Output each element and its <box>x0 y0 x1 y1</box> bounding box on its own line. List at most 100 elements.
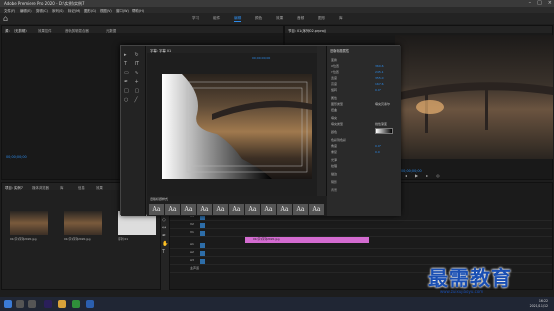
style-sample[interactable]: Aa <box>165 204 180 215</box>
chrome-icon[interactable] <box>72 300 80 308</box>
workspace-bar: ⌂ 学习 组件 编辑 颜色 效果 音频 图形 库 <box>0 13 554 24</box>
tab-source[interactable]: 源：（无剪辑） <box>5 28 29 33</box>
taskbar: 16:22 2021/11/12 <box>0 297 554 311</box>
title-canvas[interactable] <box>162 74 312 179</box>
track-row: V1 <box>170 229 552 237</box>
tab-editing[interactable]: 编辑 <box>234 16 242 22</box>
window-controls: – □ × <box>529 0 552 6</box>
start-icon[interactable] <box>4 300 12 308</box>
source-timecode: 00;00;00;00 <box>6 155 27 159</box>
prop-label: 高度 <box>331 82 338 86</box>
export-frame-icon[interactable]: ◎ <box>436 173 440 178</box>
type-tool-icon[interactable]: T <box>124 61 132 67</box>
prop-label: 变换 <box>331 58 338 62</box>
track-toggle[interactable] <box>200 230 205 236</box>
prop-value[interactable]: 0.0° <box>375 88 381 92</box>
title-header: 字幕: 字幕 01 <box>147 46 317 53</box>
tab-info[interactable]: 信息 <box>78 185 85 190</box>
gradient-shape <box>162 74 312 179</box>
style-sample[interactable]: Aa <box>261 204 276 215</box>
style-sample[interactable]: Aa <box>277 204 292 215</box>
track-row: V2 <box>170 221 552 229</box>
tab-media-browser[interactable]: 媒体浏览器 <box>32 185 49 190</box>
title-viewport: 字幕: 字幕 01 00;00;00;00 <box>147 46 317 196</box>
select-tool-icon[interactable]: ▸ <box>124 52 132 58</box>
vertical-type-icon[interactable]: IT <box>135 61 143 67</box>
path-type-icon[interactable]: ∿ <box>135 70 143 76</box>
prop-label: 色彩到色彩 <box>331 138 347 142</box>
prop-label: 背景 <box>331 188 338 192</box>
tab-audio[interactable]: 音频 <box>297 16 304 21</box>
track-toggle[interactable] <box>200 258 205 264</box>
prop-value[interactable]: 167.6 <box>375 82 384 86</box>
tab-effects-panel[interactable]: 效果 <box>96 185 103 190</box>
area-type-icon[interactable]: ▭ <box>124 70 132 76</box>
style-sample[interactable]: Aa <box>197 204 212 215</box>
word-icon[interactable] <box>86 300 94 308</box>
search-icon[interactable] <box>16 300 24 308</box>
track-toggle[interactable] <box>200 222 205 228</box>
project-item-thumbnail[interactable] <box>64 211 102 235</box>
step-forward-icon[interactable]: ▸ <box>426 173 428 178</box>
tab-effects[interactable]: 效果 <box>276 16 283 21</box>
prop-value[interactable]: 360.6 <box>375 64 384 68</box>
title-bar: Adobe Premiere Pro 2020 - D:\实例\实例7 – □ … <box>0 0 554 7</box>
tab-audio-clip-mixer[interactable]: 音轨剪辑混合器 <box>65 28 89 33</box>
style-sample[interactable]: Aa <box>293 204 308 215</box>
line-tool-icon[interactable]: ╱ <box>135 97 143 103</box>
taskbar-clock[interactable]: 16:22 2021/11/12 <box>530 299 548 309</box>
tab-learn[interactable]: 学习 <box>192 16 199 21</box>
rotate-tool-icon[interactable]: ↻ <box>135 52 143 58</box>
prop-value[interactable]: 填充贝塞尔 <box>375 102 390 106</box>
premiere-icon[interactable] <box>44 300 52 308</box>
prop-value[interactable]: 355.0 <box>375 76 384 80</box>
style-sample[interactable]: Aa <box>245 204 260 215</box>
prop-label: 角度 <box>331 144 338 148</box>
close-button[interactable]: × <box>548 0 552 6</box>
prop-value[interactable]: 0.0 <box>375 150 380 154</box>
prop-value[interactable]: 0.0° <box>375 144 381 148</box>
prop-label: 纹理 <box>331 164 338 168</box>
pen-tool-icon[interactable]: ✒ <box>124 79 132 85</box>
style-sample[interactable]: Aa <box>181 204 196 215</box>
tab-libraries[interactable]: 库 <box>60 185 63 190</box>
tab-metadata[interactable]: 元数据 <box>106 28 116 33</box>
track-toggle[interactable] <box>200 250 205 256</box>
home-icon[interactable]: ⌂ <box>3 14 13 23</box>
add-anchor-icon[interactable]: + <box>135 79 143 85</box>
tab-assembly[interactable]: 组件 <box>213 16 220 21</box>
style-sample[interactable]: Aa <box>309 204 324 215</box>
prop-label: 扭曲 <box>331 108 338 112</box>
ellipse-tool-icon[interactable]: ○ <box>124 97 132 103</box>
styles-title: 旧版标题样式 <box>150 197 169 201</box>
rectangle-tool-icon[interactable]: □ <box>124 88 132 94</box>
project-item-label: 序列 01 <box>118 237 129 241</box>
minimize-button[interactable]: – <box>529 0 532 6</box>
prop-label: 宽度 <box>331 76 338 80</box>
tab-graphics[interactable]: 图形 <box>318 16 325 21</box>
tab-color[interactable]: 颜色 <box>255 16 262 21</box>
timeline-clip[interactable]: 01(字)序列2020.jpg <box>245 237 369 243</box>
gradient-ramp[interactable] <box>375 128 393 134</box>
rounded-rect-icon[interactable]: ▢ <box>135 88 143 94</box>
prop-label: 填充类型 <box>331 122 344 126</box>
style-sample[interactable]: Aa <box>229 204 244 215</box>
program-monitor-title: 节目: 01(序列02.prproj) <box>288 28 327 33</box>
prop-value[interactable]: 245.1 <box>375 70 384 74</box>
style-sample[interactable]: Aa <box>149 204 164 215</box>
style-sample[interactable]: Aa <box>213 204 228 215</box>
track-toggle[interactable] <box>200 242 205 248</box>
prop-value[interactable]: 线性渐变 <box>375 122 387 126</box>
task-view-icon[interactable] <box>28 300 36 308</box>
prop-label: 颜色 <box>331 130 338 134</box>
tab-project[interactable]: 项目: 实例7 <box>5 185 23 190</box>
folder-icon[interactable] <box>58 300 66 308</box>
title-properties: 旧版标题属性 变换 X位置 360.6 Y位置 245.1 宽度 355.0 高度 16… <box>326 46 401 216</box>
step-back-icon[interactable]: ◂ <box>405 173 407 178</box>
play-icon[interactable]: ▶ <box>415 173 418 178</box>
maximize-button[interactable]: □ <box>537 0 542 6</box>
project-item-thumbnail[interactable] <box>10 211 48 235</box>
tab-effect-controls[interactable]: 效果控件 <box>38 28 52 33</box>
tab-libraries[interactable]: 库 <box>339 16 343 21</box>
program-video-frame <box>395 35 553 159</box>
